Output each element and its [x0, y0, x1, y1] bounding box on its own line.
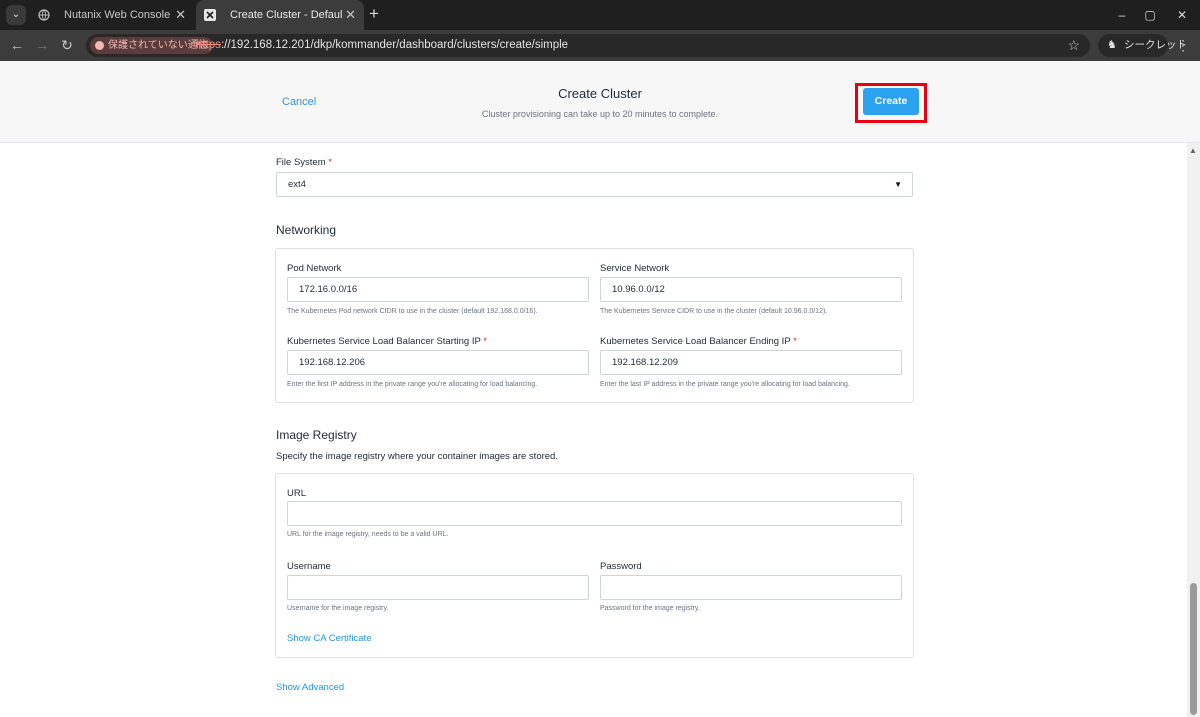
scrollbar-thumb[interactable] — [1190, 583, 1197, 715]
lb-start-help: Enter the first IP address in the privat… — [287, 381, 538, 388]
tab-title: Create Cluster - Default Worksp — [230, 9, 342, 21]
required-marker: * — [483, 336, 487, 347]
nkp-logo-icon — [204, 9, 216, 21]
service-network-label: Service Network — [600, 263, 670, 274]
warning-icon — [95, 41, 104, 50]
scroll-up-icon[interactable]: ▲ — [1189, 146, 1197, 155]
image-registry-description: Specify the image registry where your co… — [276, 451, 558, 462]
vertical-scrollbar[interactable]: ▲ — [1187, 143, 1200, 717]
username-help: Username for the image registry. — [287, 605, 389, 612]
close-icon[interactable]: ✕ — [175, 0, 186, 30]
star-icon[interactable]: ☆ — [1067, 34, 1080, 57]
maximize-icon[interactable]: ▢ — [1134, 0, 1166, 30]
required-marker: * — [328, 157, 332, 168]
globe-icon — [38, 9, 50, 21]
close-icon[interactable]: ✕ — [345, 0, 356, 30]
url-scheme: https — [196, 39, 221, 51]
service-network-input[interactable]: 10.96.0.0/12 — [600, 277, 902, 302]
kebab-menu-icon[interactable]: ⋮ — [1176, 30, 1190, 61]
lb-end-input[interactable]: 192.168.12.209 — [600, 350, 902, 375]
pod-network-input[interactable]: 172.16.0.0/16 — [287, 277, 589, 302]
filesystem-value: ext4 — [288, 179, 306, 190]
registry-url-input[interactable] — [287, 501, 902, 526]
url-path: ://192.168.12.201/dkp/kommander/dashboar… — [220, 39, 569, 51]
url-text[interactable]: https://192.168.12.201/dkp/kommander/das… — [196, 34, 568, 57]
browser-address-bar: ← → ↻ 保護されていない通信 https://192.168.12.201/… — [0, 30, 1200, 61]
tab-list-icon[interactable]: ⌄ — [6, 5, 26, 25]
password-help: Password for the image registry. — [600, 605, 700, 612]
lb-start-label: Kubernetes Service Load Balancer Startin… — [287, 336, 487, 347]
lb-start-input[interactable]: 192.168.12.206 — [287, 350, 589, 375]
tab-title: Nutanix Web Console — [64, 9, 171, 21]
registry-url-help: URL for the image registry, needs to be … — [287, 531, 449, 538]
tab-nutanix-web-console[interactable]: Nutanix Web Console ✕ — [30, 0, 194, 30]
url-label: URL — [287, 488, 307, 499]
reload-icon[interactable]: ↻ — [56, 30, 78, 61]
page-title: Create Cluster — [558, 86, 642, 101]
tab-create-cluster[interactable]: Create Cluster - Default Worksp ✕ — [196, 0, 364, 30]
required-marker: * — [793, 336, 797, 347]
pod-network-help: The Kubernetes Pod network CIDR to use i… — [287, 308, 538, 315]
username-label: Username — [287, 561, 331, 572]
image-registry-heading: Image Registry — [276, 428, 357, 442]
show-ca-certificate-link[interactable]: Show CA Certificate — [287, 633, 371, 644]
filesystem-label: File System * — [276, 157, 332, 168]
page-header: Cancel Create Cluster Cluster provisioni… — [0, 61, 1200, 143]
networking-panel — [275, 248, 914, 403]
page-subtitle: Cluster provisioning can take up to 20 m… — [481, 109, 719, 119]
back-icon[interactable]: ← — [6, 30, 28, 61]
security-chip[interactable]: 保護されていない通信 — [90, 37, 213, 54]
show-advanced-link[interactable]: Show Advanced — [276, 682, 344, 693]
browser-tab-bar: ⌄ Nutanix Web Console ✕ Create Cluster -… — [0, 0, 1200, 30]
incognito-button[interactable]: ♞ シークレット — [1098, 34, 1187, 57]
pod-network-label: Pod Network — [287, 263, 342, 274]
caret-down-icon: ▼ — [894, 180, 902, 189]
filesystem-select[interactable]: ext4 ▼ — [276, 172, 913, 197]
networking-heading: Networking — [276, 223, 337, 237]
service-network-help: The Kubernetes Service CIDR to use in th… — [600, 308, 828, 315]
lb-end-label: Kubernetes Service Load Balancer Ending … — [600, 336, 797, 347]
lb-end-help: Enter the last IP address in the private… — [600, 381, 850, 388]
forward-icon[interactable]: → — [31, 30, 53, 61]
security-label: 保護されていない通信 — [108, 40, 208, 51]
password-label: Password — [600, 561, 642, 572]
incognito-icon: ♞ — [1107, 39, 1117, 51]
omnibox[interactable]: 保護されていない通信 https://192.168.12.201/dkp/ko… — [86, 34, 1090, 57]
plus-icon[interactable]: + — [369, 0, 379, 30]
close-icon[interactable]: ✕ — [1166, 0, 1198, 30]
create-button[interactable]: Create — [863, 88, 919, 115]
username-input[interactable] — [287, 575, 589, 600]
password-input[interactable] — [600, 575, 902, 600]
